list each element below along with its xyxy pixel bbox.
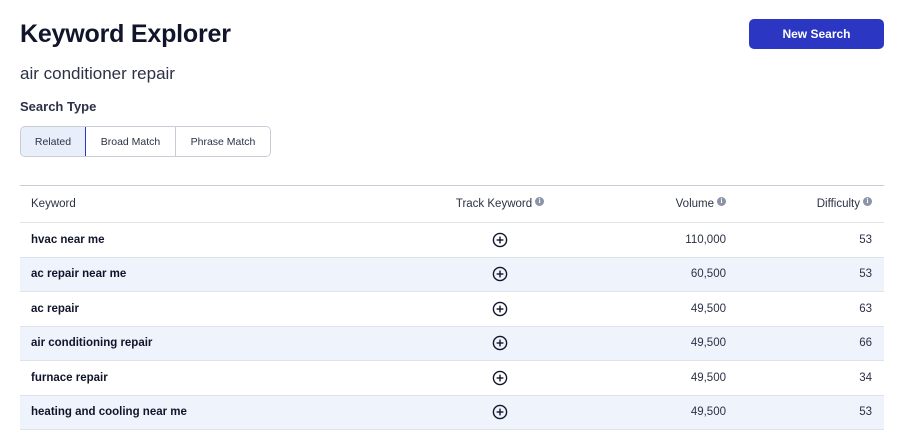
track-keyword-column-header: Track Keyword i [450, 186, 550, 222]
table-row: ac repair 49,500 63 [20, 292, 884, 327]
difficulty-cell: 63 [859, 302, 872, 315]
keyword-cell[interactable]: air conditioning repair [31, 327, 152, 361]
info-icon[interactable]: i [863, 196, 872, 206]
plus-circle-icon[interactable] [492, 232, 508, 248]
volume-cell: 49,500 [690, 406, 726, 419]
info-icon[interactable]: i [717, 196, 726, 206]
table-row: heating and cooling near me 49,500 53 [20, 395, 884, 430]
track-keyword-cell [450, 258, 550, 292]
table-header: Keyword Track Keyword i Volume i Difficult… [20, 186, 884, 223]
info-icon[interactable]: i [535, 196, 545, 206]
search-type-broad-match[interactable]: Broad Match [86, 127, 176, 156]
page-title: Keyword Explorer [20, 20, 231, 48]
track-header-label: Track Keyword [455, 198, 533, 210]
track-keyword-cell [450, 327, 550, 361]
track-keyword-cell [450, 396, 550, 430]
keyword-cell[interactable]: hvac near me [31, 223, 105, 257]
volume-column-header[interactable]: Volume i [676, 186, 726, 222]
difficulty-cell: 53 [859, 268, 872, 281]
volume-cell: 49,500 [690, 337, 726, 350]
track-keyword-cell [450, 361, 550, 395]
difficulty-cell: 53 [859, 406, 872, 419]
difficulty-cell: 66 [859, 337, 872, 350]
plus-circle-icon[interactable] [492, 301, 508, 317]
search-query: air conditioner repair [20, 64, 175, 83]
search-type-label: Search Type [20, 99, 97, 114]
keyword-cell[interactable]: furnace repair [31, 361, 108, 395]
search-type-phrase-match[interactable]: Phrase Match [176, 127, 270, 156]
keyword-table: Keyword Track Keyword i Volume i Difficult… [20, 185, 884, 430]
volume-cell: 49,500 [690, 371, 726, 384]
track-keyword-cell [450, 223, 550, 257]
search-type-related[interactable]: Related [21, 127, 86, 156]
difficulty-header-label: Difficulty [816, 198, 860, 210]
plus-circle-icon[interactable] [492, 335, 508, 351]
table-row: hvac near me 110,000 53 [20, 223, 884, 258]
keyword-cell[interactable]: ac repair [31, 292, 79, 326]
keyword-cell[interactable]: heating and cooling near me [31, 396, 187, 430]
table-row: air conditioning repair 49,500 66 [20, 326, 884, 361]
track-keyword-cell [450, 292, 550, 326]
volume-cell: 110,000 [685, 233, 726, 246]
plus-circle-icon[interactable] [492, 404, 508, 420]
volume-cell: 60,500 [690, 268, 726, 281]
new-search-button[interactable]: New Search [749, 19, 884, 49]
search-type-segmented-control: Related Broad Match Phrase Match [20, 126, 271, 157]
difficulty-column-header[interactable]: Difficulty i [817, 186, 872, 222]
table-row: ac repair near me 60,500 53 [20, 257, 884, 292]
volume-header-label: Volume [675, 198, 714, 210]
plus-circle-icon[interactable] [492, 266, 508, 282]
keyword-cell[interactable]: ac repair near me [31, 258, 126, 292]
difficulty-cell: 53 [859, 233, 872, 246]
keyword-column-header: Keyword [31, 186, 76, 222]
volume-cell: 49,500 [690, 302, 726, 315]
keyword-header-label: Keyword [31, 198, 76, 210]
plus-circle-icon[interactable] [492, 370, 508, 386]
difficulty-cell: 34 [859, 371, 872, 384]
table-row: furnace repair 49,500 34 [20, 361, 884, 396]
